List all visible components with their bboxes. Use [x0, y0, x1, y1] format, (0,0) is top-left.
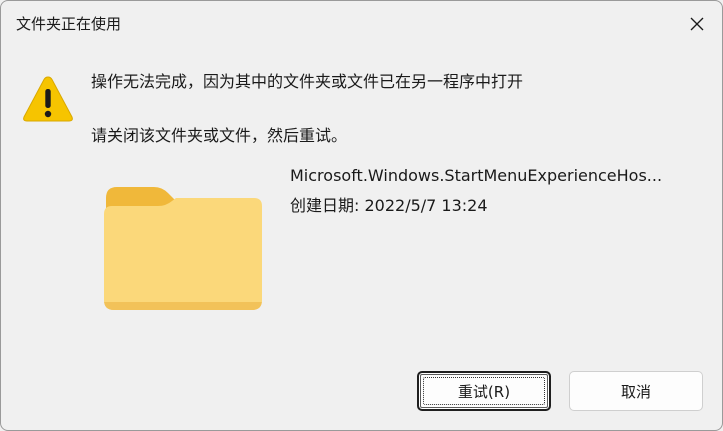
dialog-title: 文件夹正在使用	[16, 15, 122, 33]
folder-icon	[104, 187, 262, 310]
close-button[interactable]	[682, 9, 712, 39]
warning-icon	[23, 76, 73, 122]
retry-button[interactable]: 重试(R)	[417, 371, 551, 411]
folder-in-use-dialog: 文件夹正在使用 操作无法完成，因为其中的文件夹或文件已在另一程序中打开 请关闭该…	[0, 0, 723, 431]
retry-button-label: 重试(R)	[457, 382, 511, 401]
file-created-date: 创建日期: 2022/5/7 13:24	[290, 196, 488, 215]
error-message: 操作无法完成，因为其中的文件夹或文件已在另一程序中打开	[91, 72, 524, 91]
file-name: Microsoft.Windows.StartMenuExperienceHos…	[290, 166, 663, 185]
instruction-message: 请关闭该文件夹或文件，然后重试。	[91, 126, 348, 145]
close-icon	[690, 17, 704, 31]
cancel-button-label: 取消	[620, 382, 651, 401]
title-bar[interactable]: 文件夹正在使用	[1, 1, 722, 47]
cancel-button[interactable]: 取消	[569, 371, 703, 411]
